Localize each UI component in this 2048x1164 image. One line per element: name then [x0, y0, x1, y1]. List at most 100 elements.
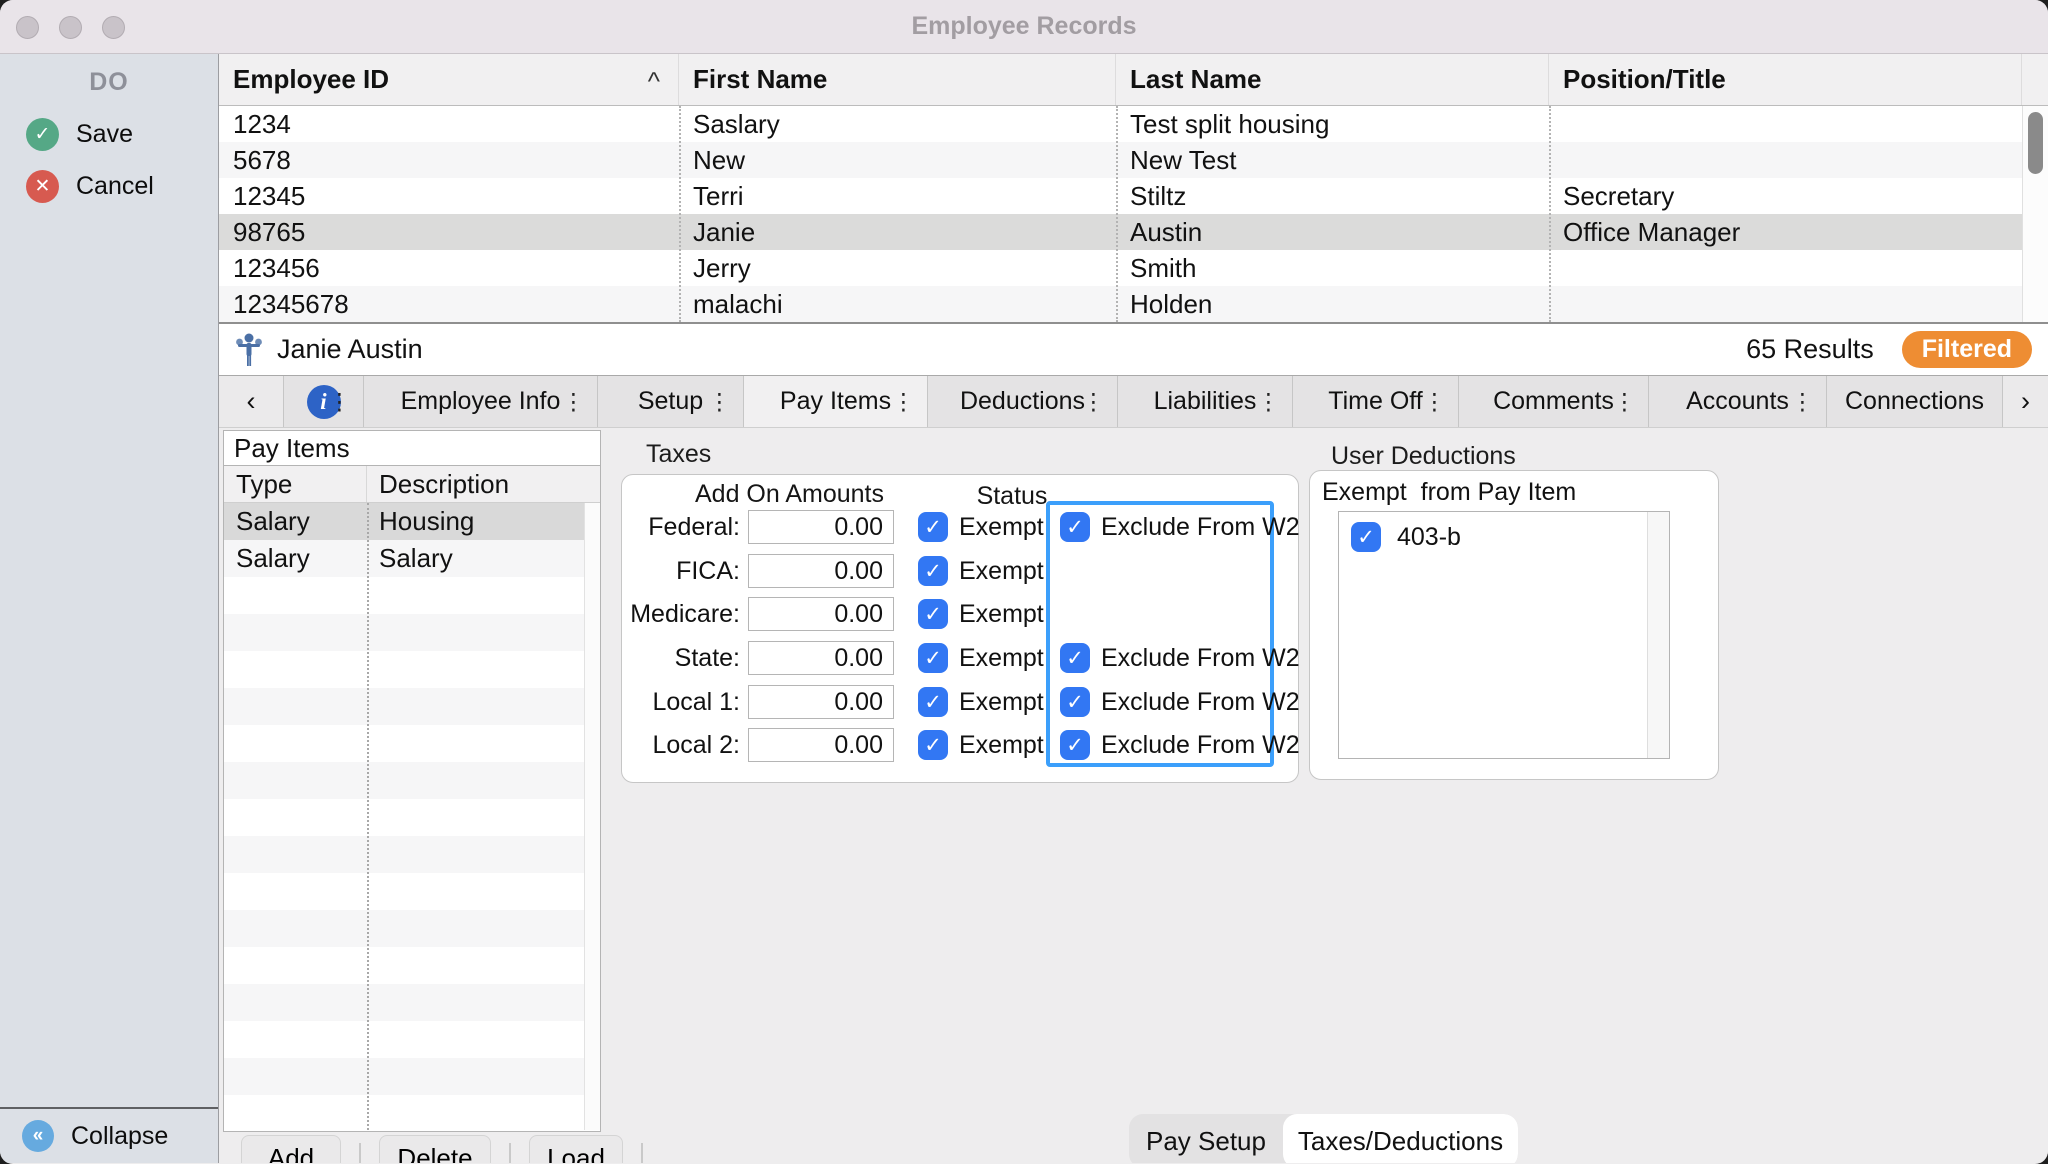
exclude-w2-checkbox-state[interactable]: ✓ — [1060, 643, 1090, 673]
zoom-window-button[interactable] — [102, 16, 125, 39]
exempt-checkbox-state[interactable]: ✓ — [918, 643, 948, 673]
column-header-position[interactable]: Position/Title — [1549, 54, 2022, 105]
bottom-tab-taxes-deductions[interactable]: Taxes/Deductions — [1283, 1114, 1518, 1163]
close-window-button[interactable] — [16, 16, 39, 39]
exempt-checkbox-federal[interactable]: ✓ — [918, 512, 948, 542]
tab-info[interactable]: i ⋮ — [284, 376, 364, 427]
kebab-menu-icon[interactable]: ⋮ — [1082, 388, 1105, 415]
pay-item-empty-row[interactable] — [224, 1095, 600, 1130]
amount-input-state[interactable] — [748, 641, 894, 675]
tab-time-off[interactable]: Time Off⋮ — [1293, 376, 1459, 427]
bottom-tab-pay-setup[interactable]: Pay Setup — [1129, 1114, 1283, 1163]
pay-item-empty-row[interactable] — [224, 577, 600, 614]
pay-item-empty-row[interactable] — [224, 947, 600, 984]
deduction-item[interactable]: ✓403-b — [1339, 512, 1669, 552]
tab-pay-items[interactable]: Pay Items⋮ — [744, 376, 928, 427]
exempt-checkbox-fica[interactable]: ✓ — [918, 556, 948, 586]
kebab-menu-icon[interactable]: ⋮ — [1791, 388, 1814, 415]
pay-item-empty-row[interactable] — [224, 836, 600, 873]
pay-item-empty-row[interactable] — [224, 984, 600, 1021]
employee-row[interactable]: 5678NewNew Test — [219, 142, 2048, 178]
pay-item-empty-row[interactable] — [224, 725, 600, 762]
kebab-menu-icon[interactable]: ⋮ — [1423, 388, 1446, 415]
amount-input-fica[interactable] — [748, 554, 894, 588]
amount-input-medicare[interactable] — [748, 597, 894, 631]
kebab-menu-icon[interactable]: ⋮ — [1257, 388, 1280, 415]
employee-cell-first: New — [679, 142, 1116, 178]
pay-items-column-description[interactable]: Description — [367, 466, 600, 502]
amount-input-local-2[interactable] — [748, 728, 894, 762]
tax-label: Medicare: — [622, 592, 740, 636]
kebab-menu-icon[interactable]: ⋮ — [708, 388, 731, 415]
kebab-menu-icon[interactable]: ⋮ — [892, 388, 915, 415]
deductions-list-scrollbar[interactable] — [1647, 512, 1669, 758]
column-header-scroll-spacer — [2022, 54, 2048, 105]
pay-item-empty-row[interactable] — [224, 1058, 600, 1095]
exclude-w2-checkbox-local-1[interactable]: ✓ — [1060, 687, 1090, 717]
tab-setup[interactable]: Setup⋮ — [598, 376, 744, 427]
pay-item-row[interactable]: SalarySalary — [224, 540, 600, 577]
pay-item-empty-row[interactable] — [224, 688, 600, 725]
pay-item-empty-row[interactable] — [224, 799, 600, 836]
pay-item-empty-row[interactable] — [224, 614, 600, 651]
pay-item-empty-row[interactable] — [224, 873, 600, 910]
exempt-from-pay-item-label: Exempt from Pay Item — [1322, 478, 1576, 507]
tab-comments[interactable]: Comments⋮ — [1459, 376, 1649, 427]
table-scrollbar[interactable] — [2022, 106, 2048, 322]
load-button[interactable]: Load — [529, 1135, 623, 1163]
employee-row[interactable]: 12345678malachiHolden — [219, 286, 2048, 322]
collapse-button[interactable]: « Collapse — [0, 1107, 218, 1163]
employee-row[interactable]: 1234SaslaryTest split housing — [219, 106, 2048, 142]
tab-accounts[interactable]: Accounts⋮ — [1649, 376, 1827, 427]
tab-deductions[interactable]: Deductions⋮ — [928, 376, 1118, 427]
employee-cell-id: 123456 — [219, 250, 679, 286]
tab-liabilities[interactable]: Liabilities⋮ — [1118, 376, 1293, 427]
amount-input-local-1[interactable] — [748, 685, 894, 719]
exempt-checkbox-local-2[interactable]: ✓ — [918, 730, 948, 760]
exempt-option-fica: ✓Exempt — [918, 549, 1044, 593]
deduction-checkbox-403-b[interactable]: ✓ — [1351, 522, 1381, 552]
tab-connections[interactable]: Connections — [1827, 376, 2003, 427]
cancel-button[interactable]: ✕ Cancel — [26, 167, 154, 205]
exclude-w2-checkbox-local-2[interactable]: ✓ — [1060, 730, 1090, 760]
tabs-scroll-right-button[interactable]: › — [2003, 376, 2048, 427]
tax-label: Federal: — [622, 505, 740, 549]
pay-item-type — [224, 799, 367, 836]
tab-employee-info[interactable]: Employee Info⋮ — [364, 376, 598, 427]
delete-button[interactable]: Delete — [379, 1135, 491, 1163]
pay-item-type — [224, 1095, 367, 1130]
pay-items-scrollbar[interactable] — [584, 503, 600, 1130]
exempt-option-local-2: ✓Exempt — [918, 723, 1044, 767]
column-header-first-name[interactable]: First Name — [679, 54, 1116, 105]
table-scrollbar-thumb[interactable] — [2028, 112, 2043, 174]
exempt-checkbox-medicare[interactable]: ✓ — [918, 599, 948, 629]
exclude-w2-checkbox-federal[interactable]: ✓ — [1060, 512, 1090, 542]
column-header-employee-id[interactable]: Employee ID ^ — [219, 54, 679, 105]
add-button[interactable]: Add — [241, 1135, 341, 1163]
amount-input-federal[interactable] — [748, 510, 894, 544]
pay-item-description — [367, 799, 600, 836]
column-header-last-name[interactable]: Last Name — [1116, 54, 1549, 105]
pay-item-empty-row[interactable] — [224, 910, 600, 947]
tabs-scroll-left-button[interactable]: ‹ — [219, 376, 284, 427]
employee-row[interactable]: 12345TerriStiltzSecretary — [219, 178, 2048, 214]
exempt-option-state: ✓Exempt — [918, 636, 1044, 680]
employee-row[interactable]: 98765JanieAustinOffice Manager — [219, 214, 2048, 250]
employee-row[interactable]: 123456JerrySmith — [219, 250, 2048, 286]
kebab-menu-icon[interactable]: ⋮ — [328, 388, 351, 415]
kebab-menu-icon[interactable]: ⋮ — [1613, 388, 1636, 415]
kebab-menu-icon[interactable]: ⋮ — [562, 388, 585, 415]
save-button[interactable]: ✓ Save — [26, 115, 133, 153]
employee-cell-position — [1549, 250, 2048, 286]
window-title: Employee Records — [911, 12, 1136, 41]
pay-item-row[interactable]: SalaryHousing — [224, 503, 600, 540]
pay-item-type — [224, 836, 367, 873]
exclude-w2-option-local-2: ✓Exclude From W2 — [1060, 723, 1300, 767]
minimize-window-button[interactable] — [59, 16, 82, 39]
pay-items-column-type[interactable]: Type — [224, 466, 367, 502]
exempt-checkbox-local-1[interactable]: ✓ — [918, 687, 948, 717]
filtered-badge[interactable]: Filtered — [1902, 331, 2032, 368]
pay-item-empty-row[interactable] — [224, 762, 600, 799]
pay-item-empty-row[interactable] — [224, 1021, 600, 1058]
pay-item-empty-row[interactable] — [224, 651, 600, 688]
